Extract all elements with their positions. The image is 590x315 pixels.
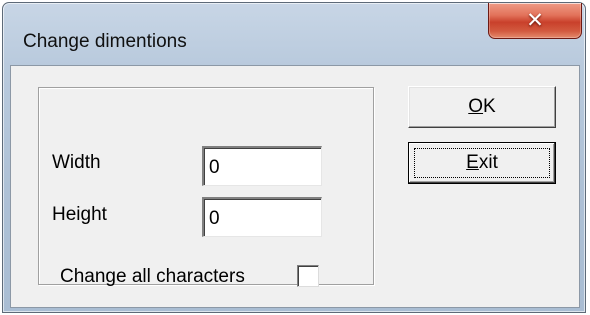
ok-button[interactable]: OK (408, 86, 556, 128)
change-all-checkbox[interactable] (297, 265, 319, 287)
ok-button-label: OK (468, 96, 495, 117)
close-button[interactable]: ✕ (488, 3, 582, 39)
ok-label-rest: K (483, 96, 496, 117)
exit-label-rest: xit (478, 152, 498, 173)
window-title: Change dimentions (23, 31, 187, 52)
title-bar[interactable]: Change dimentions ✕ (3, 3, 585, 63)
width-input[interactable]: 0 (202, 146, 322, 186)
close-icon: ✕ (526, 8, 544, 32)
dimensions-group: Width 0 Height 0 Change all characters (38, 87, 374, 287)
change-all-label: Change all characters (60, 266, 245, 287)
height-input[interactable]: 0 (202, 197, 322, 237)
exit-button-label: Exit (466, 152, 498, 173)
dialog-client-area: Width 0 Height 0 Change all characters O… (10, 65, 580, 308)
dialog-window: Change dimentions ✕ Width 0 Height 0 Cha… (2, 2, 586, 313)
exit-button[interactable]: Exit (408, 142, 556, 184)
height-label: Height (52, 204, 107, 225)
width-label: Width (52, 152, 101, 173)
ok-mnemonic: O (468, 96, 484, 117)
exit-mnemonic: E (466, 152, 479, 173)
